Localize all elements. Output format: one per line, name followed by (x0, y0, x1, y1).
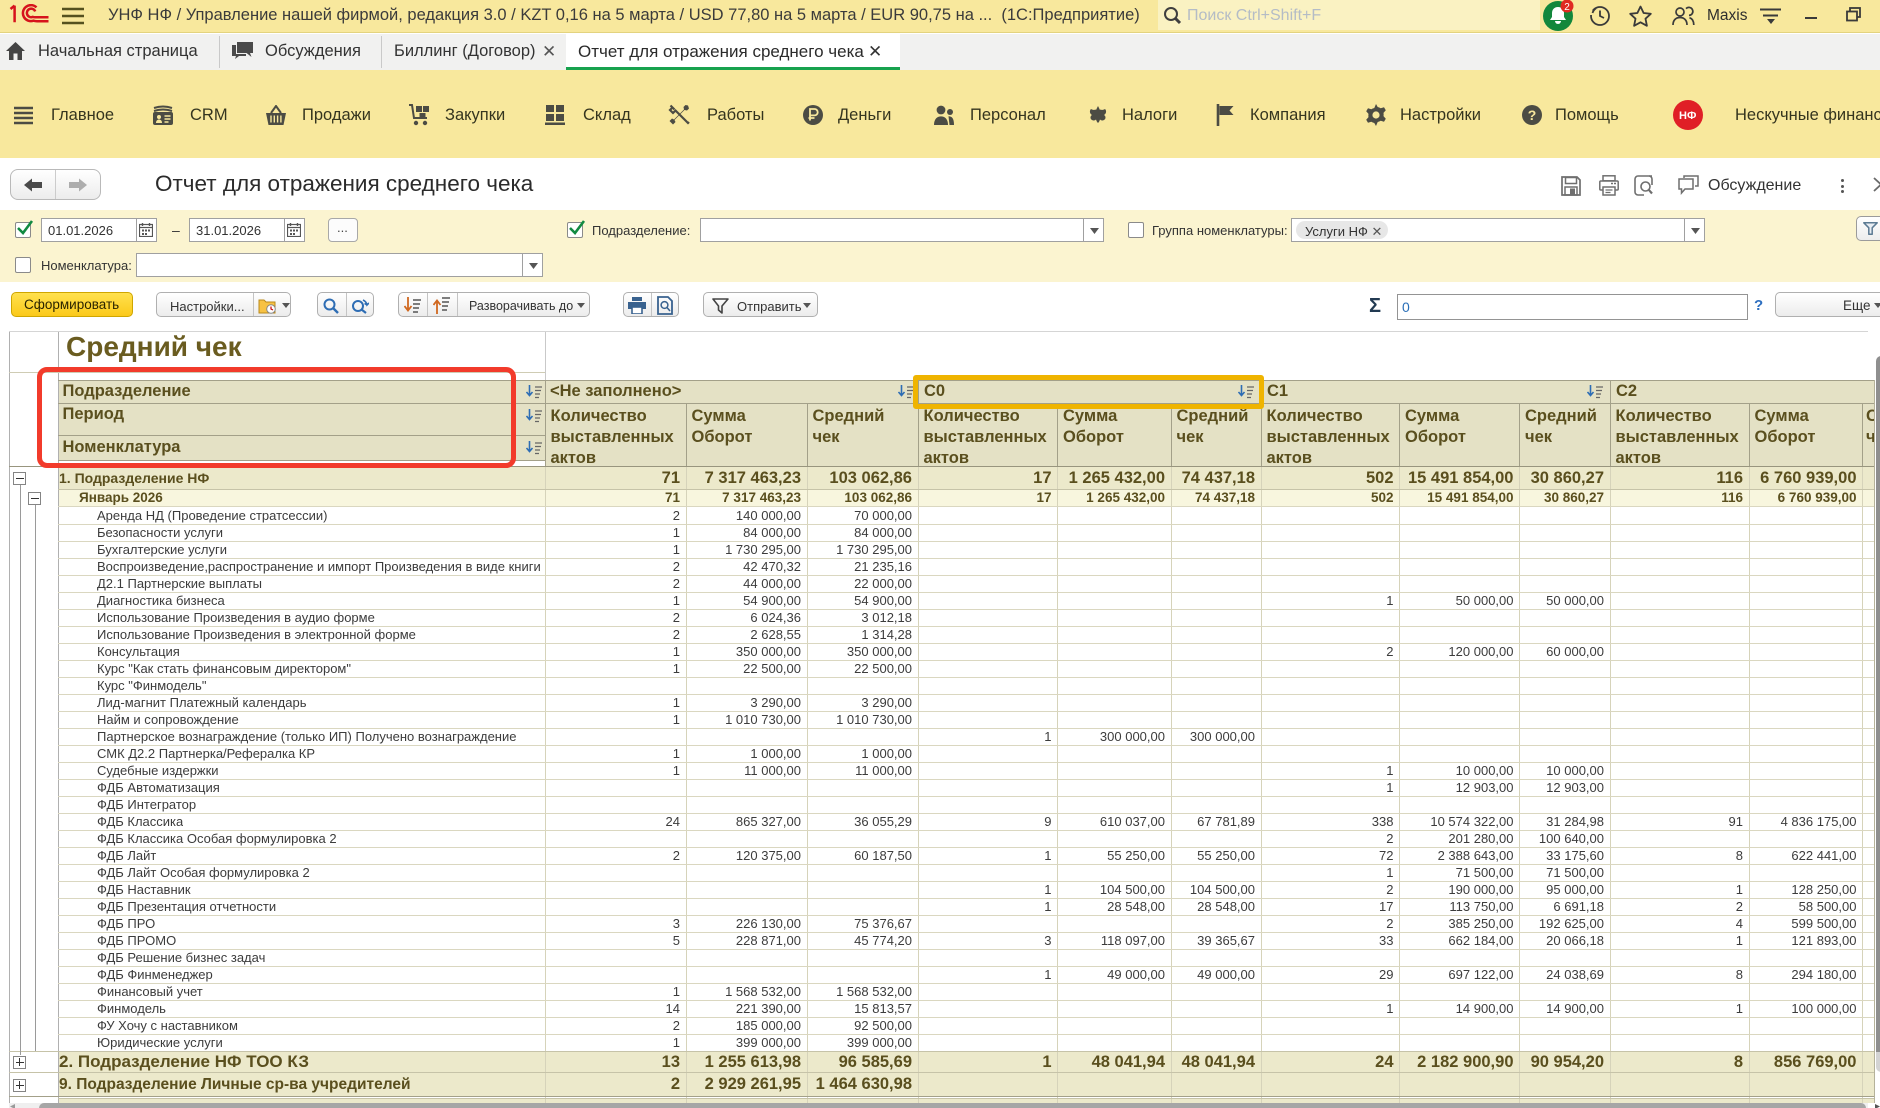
svg-text:?: ? (1528, 107, 1537, 123)
svg-text:2: 2 (1564, 2, 1570, 13)
